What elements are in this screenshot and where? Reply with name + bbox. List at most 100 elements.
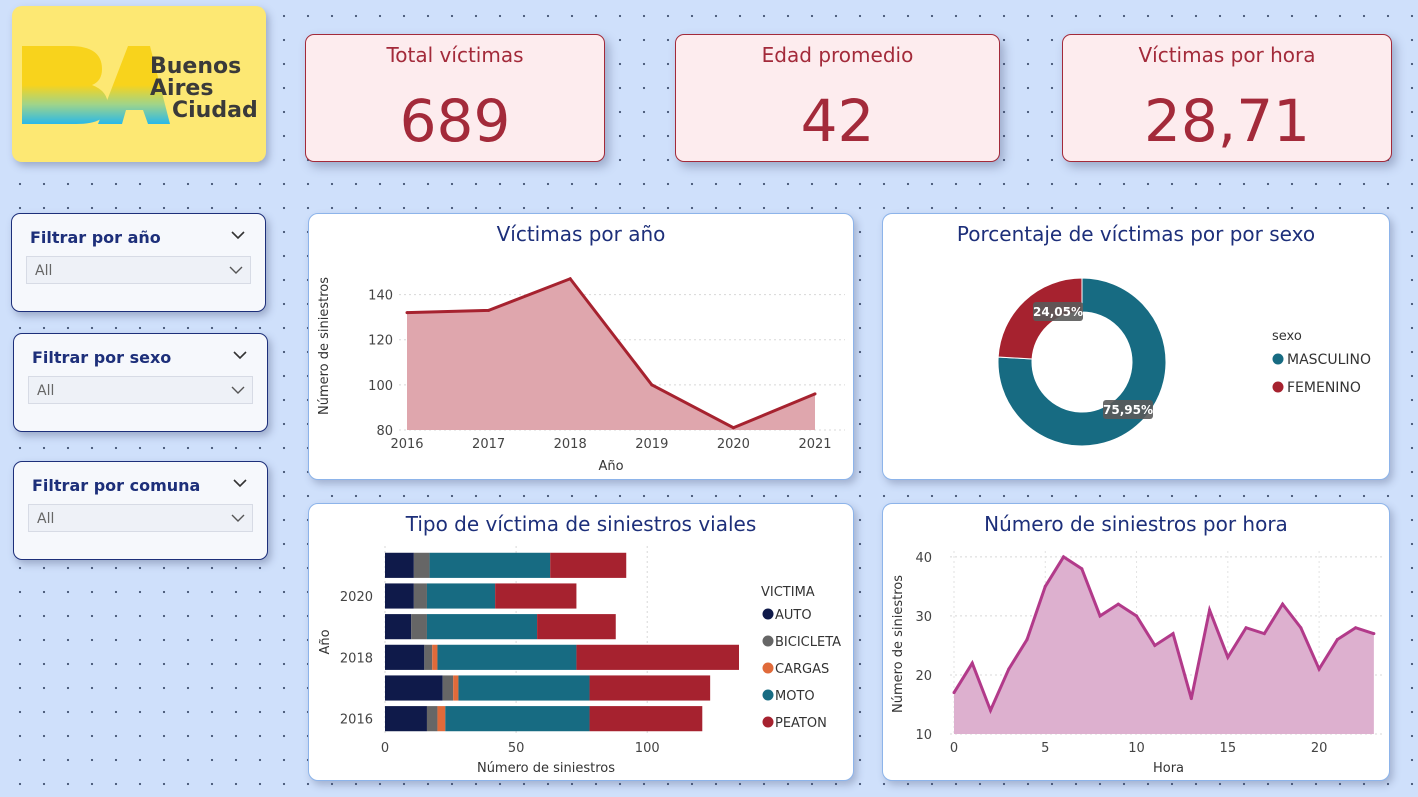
x-tick-label: 0 (381, 741, 389, 756)
logo-text-ciudad: Ciudad (172, 98, 258, 123)
legend-label: CARGAS (775, 662, 829, 677)
x-axis-title: Número de siniestros (477, 761, 615, 776)
filter-comuna[interactable]: Filtrar por comuna All (13, 461, 268, 560)
y-tick-label: 100 (368, 379, 393, 394)
chevron-down-icon (229, 266, 243, 274)
bar-segment (385, 614, 412, 640)
data-point (1025, 638, 1029, 642)
bar-segment (424, 644, 433, 670)
chart-siniestros-por-hora: Número de siniestros por hora 10 20 30 40 0 5… (882, 503, 1390, 781)
filter-value: All (37, 383, 55, 399)
y-tick-label: 10 (915, 728, 932, 743)
bar-segment (589, 706, 703, 732)
data-point (1372, 632, 1376, 636)
chevron-down-icon[interactable] (229, 226, 247, 244)
x-tick-label: 2016 (390, 437, 423, 452)
x-axis-title: Año (598, 459, 623, 474)
y-tick-label: 30 (915, 610, 932, 625)
ba-logo: Buenos Aires Ciudad (22, 46, 258, 124)
filter-label: Filtrar por año (30, 228, 161, 247)
data-point (1171, 632, 1175, 636)
data-point (1153, 643, 1157, 647)
data-point (989, 708, 993, 712)
chevron-down-icon[interactable] (231, 474, 249, 492)
chart-hour-svg: 10 20 30 40 0 5 10 15 20 Hora Número de siniestros (891, 551, 1383, 776)
kpi-value: 42 (800, 87, 875, 155)
chevron-down-icon (231, 386, 245, 394)
bar-segment (495, 583, 577, 609)
y-tick-label: 120 (368, 334, 393, 349)
data-point (1317, 667, 1321, 671)
legend-label: AUTO (775, 608, 812, 623)
data-point (1062, 555, 1066, 559)
bar-segment (429, 552, 551, 578)
y-tick-label: 140 (368, 289, 393, 304)
chart-tipo-victima: Tipo de víctima de siniestros viales 0 50… (308, 503, 854, 781)
kpi-value: 28,71 (1143, 87, 1311, 155)
data-point (1116, 602, 1120, 606)
legend-marker (1272, 381, 1284, 393)
logo-card: Buenos Aires Ciudad (12, 6, 266, 162)
data-point (970, 661, 974, 665)
y-tick-label: 40 (915, 551, 932, 566)
data-point (1226, 655, 1230, 659)
bar-segment (537, 614, 616, 640)
legend-marker (762, 662, 774, 674)
chart-bar-svg: 0 50 100 2020 2018 2016 Número de siniestros Añ… (318, 546, 841, 776)
bar-segment (576, 644, 739, 670)
x-tick-label: 20 (1311, 741, 1328, 756)
kpi-total-victimas: Total víctimas 689 (305, 34, 605, 162)
bar-segment (385, 583, 414, 609)
bar-segment (550, 552, 627, 578)
y-tick-label: 2016 (340, 713, 373, 728)
filter-anio-dropdown[interactable]: All (26, 256, 251, 284)
x-tick-label: 2019 (635, 437, 668, 452)
x-axis-title: Hora (1153, 761, 1184, 776)
data-point (1262, 632, 1266, 636)
bar-segment (458, 675, 590, 701)
y-tick-label: 2018 (340, 651, 373, 666)
legend-marker (762, 716, 774, 728)
filter-anio[interactable]: Filtrar por año All (11, 213, 266, 312)
data-point (487, 308, 491, 312)
y-tick-label: 20 (915, 669, 932, 684)
data-point (1335, 638, 1339, 642)
data-point (813, 392, 817, 396)
area-fill (954, 556, 1374, 734)
legend-marker (762, 635, 774, 647)
filter-sexo[interactable]: Filtrar por sexo All (13, 333, 268, 432)
filter-comuna-dropdown[interactable]: All (28, 504, 253, 532)
x-tick-label: 10 (1128, 741, 1145, 756)
bar-segment (413, 552, 430, 578)
x-tick-label: 2020 (717, 437, 750, 452)
area-fill (407, 278, 815, 430)
bar-segment (411, 614, 427, 640)
logo-letter-b-shape (22, 46, 108, 124)
chevron-down-icon[interactable] (231, 346, 249, 364)
x-tick-label: 50 (508, 741, 525, 756)
data-point (405, 311, 409, 315)
filter-label: Filtrar por comuna (32, 476, 201, 495)
kpi-victimas-por-hora: Víctimas por hora 28,71 (1062, 34, 1392, 162)
data-point (952, 691, 956, 695)
data-point (1299, 626, 1303, 630)
kpi-title: Total víctimas (386, 43, 524, 67)
data-point (1043, 584, 1047, 588)
kpi-title: Víctimas por hora (1138, 43, 1316, 67)
chart-porcentaje-sexo: Porcentaje de víctimas por por sexo 75,9… (882, 213, 1390, 480)
data-point (1244, 626, 1248, 630)
filter-label: Filtrar por sexo (32, 348, 172, 367)
y-tick-label: 2020 (340, 590, 373, 605)
filter-value: All (35, 263, 53, 279)
bar-segment (442, 675, 454, 701)
y-axis-title: Número de siniestros (317, 277, 332, 415)
bar-segment (437, 644, 577, 670)
legend-marker (762, 608, 774, 620)
bar-segment (453, 675, 459, 701)
filter-sexo-dropdown[interactable]: All (28, 376, 253, 404)
legend-label: PEATON (775, 716, 827, 731)
x-tick-label: 2017 (472, 437, 505, 452)
y-axis-title: Año (318, 629, 333, 654)
legend-label: MASCULINO (1287, 352, 1371, 368)
x-tick-label: 0 (950, 741, 958, 756)
